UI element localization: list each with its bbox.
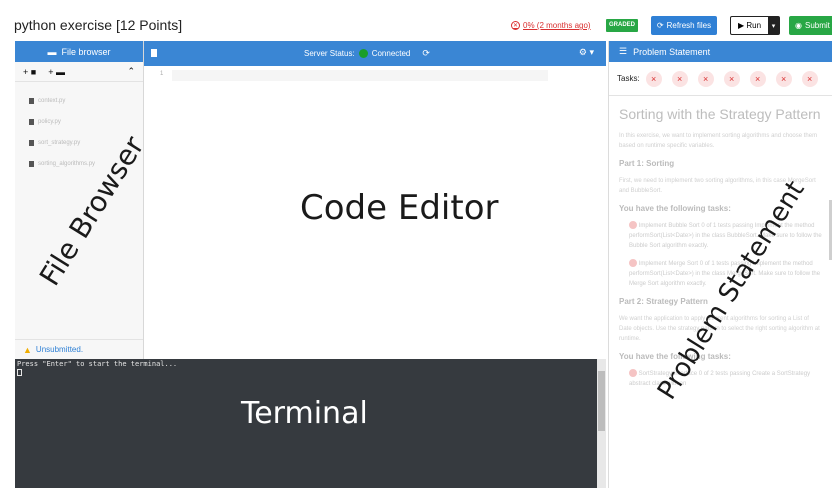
run-dropdown-caret-icon[interactable]: ▾ xyxy=(768,17,779,34)
line-gutter: 1 xyxy=(144,66,172,359)
part1-heading: Part 1: Sorting xyxy=(619,159,675,168)
file-name: sorting_algorithms.py xyxy=(38,160,96,167)
task-failed-icon[interactable]: × xyxy=(645,70,662,87)
task-status-icon xyxy=(629,369,637,378)
run-label: Run xyxy=(746,21,762,30)
connection-status: Connected xyxy=(371,49,411,58)
submit-label: Submit xyxy=(804,21,830,30)
submit-icon: ◉ xyxy=(795,21,802,30)
file-icon: ■ xyxy=(30,66,37,77)
submission-status: ▲ Unsubmitted. xyxy=(15,339,143,359)
file-browser-toolbar: + ■ + ▬ ⌃ xyxy=(15,62,143,82)
connected-dot-icon xyxy=(358,49,368,58)
problem-intro: In this exercise, we want to implement s… xyxy=(619,133,818,149)
scrollbar-thumb[interactable] xyxy=(598,371,605,431)
refresh-label: Refresh files xyxy=(666,21,712,30)
add-file-plus: + xyxy=(23,66,29,77)
file-name: policy.py xyxy=(38,118,61,125)
top-bar: python exercise [12 Points] ✕ 0% (2 mont… xyxy=(0,0,832,40)
editor-header: Server Status: Connected ⟳ ⚙ ▾ xyxy=(144,41,606,66)
gear-icon[interactable]: ⚙ ▾ xyxy=(579,47,594,58)
run-main[interactable]: ▶ Run xyxy=(731,21,768,30)
task-status-icon xyxy=(629,221,637,230)
problem-statement-title: Problem Statement xyxy=(633,46,711,57)
task-failed-icon[interactable]: × xyxy=(697,70,714,87)
result-link[interactable]: ✕ 0% (2 months ago) xyxy=(511,21,591,30)
submit-button[interactable]: ◉ Submit xyxy=(789,16,832,35)
warning-icon: ▲ xyxy=(23,344,32,355)
refresh-icon: ⟳ xyxy=(656,21,664,30)
server-status: Server Status: Connected ⟳ xyxy=(304,48,430,59)
problem-statement-panel: ☰ Problem Statement Tasks: × × × × × × ×… xyxy=(608,41,832,488)
tasks-label: Tasks: xyxy=(617,74,640,83)
problem-content: Sorting with the Strategy Pattern In thi… xyxy=(609,96,832,407)
collapse-icon[interactable]: ⌃ xyxy=(127,66,135,77)
graded-badge: GRADED xyxy=(606,19,639,32)
exercise-name: python exercise xyxy=(14,17,113,33)
code-editor-annotation: Code Editor xyxy=(300,188,499,228)
active-line[interactable] xyxy=(172,70,548,81)
refresh-files-button[interactable]: ⟳ Refresh files xyxy=(651,16,717,35)
fail-circle-icon: ✕ xyxy=(511,21,520,30)
add-folder-button[interactable]: + ▬ xyxy=(48,67,65,77)
file-icon xyxy=(151,49,157,57)
list-icon: ☰ xyxy=(619,46,628,56)
add-folder-plus: + xyxy=(48,66,54,77)
exercise-title: python exercise [12 Points] xyxy=(14,17,182,33)
task-status-icon xyxy=(629,259,637,268)
task-failed-icon[interactable]: × xyxy=(775,70,792,87)
task-failed-icon[interactable]: × xyxy=(671,70,688,87)
task-failed-icon[interactable]: × xyxy=(801,70,818,87)
line-number: 1 xyxy=(160,71,164,77)
terminal-scrollbar[interactable] xyxy=(597,359,606,488)
terminal-cursor xyxy=(17,369,22,376)
task-item[interactable]: SortStrategy Interface 0 of 2 tests pass… xyxy=(619,369,822,389)
task-failed-icon[interactable]: × xyxy=(723,70,740,87)
file-name: context.py xyxy=(38,97,66,104)
file-browser-title: File browser xyxy=(61,46,111,57)
add-file-button[interactable]: + ■ xyxy=(23,67,36,77)
exercise-points: [12 Points] xyxy=(115,17,183,33)
server-status-label: Server Status: xyxy=(304,49,355,58)
file-icon xyxy=(29,139,34,146)
file-icon xyxy=(29,160,34,167)
task-failed-icon[interactable]: × xyxy=(749,70,766,87)
submission-status-text: Unsubmitted. xyxy=(35,345,84,354)
terminal-annotation: Terminal xyxy=(241,396,368,431)
file-browser-header: ▬ File browser xyxy=(15,41,143,62)
file-item[interactable]: policy.py xyxy=(29,111,143,132)
sync-icon[interactable]: ⟳ xyxy=(422,48,430,59)
problem-heading: Sorting with the Strategy Pattern xyxy=(619,106,821,122)
terminal-prompt: Press "Enter" to start the terminal... xyxy=(17,360,178,368)
file-icon xyxy=(29,97,34,104)
tasks-heading-2: You have the following tasks: xyxy=(619,352,731,361)
task-item[interactable]: Implement Bubble Sort 0 of 1 tests passi… xyxy=(619,221,822,251)
run-button[interactable]: ▶ Run ▾ xyxy=(730,16,780,35)
file-icon xyxy=(29,118,34,125)
file-name: sort_strategy.py xyxy=(38,139,81,146)
file-item[interactable]: context.py xyxy=(29,90,143,111)
folder-open-icon: ▬ xyxy=(47,46,57,57)
play-icon: ▶ xyxy=(737,21,745,30)
folder-icon: ▬ xyxy=(56,66,65,77)
result-text: 0% (2 months ago) xyxy=(523,21,591,30)
task-summary: Tasks: × × × × × × × xyxy=(609,62,832,96)
task-text: Implement Bubble Sort 0 of 1 tests passi… xyxy=(629,223,822,249)
problem-statement-header: ☰ Problem Statement xyxy=(609,41,832,62)
